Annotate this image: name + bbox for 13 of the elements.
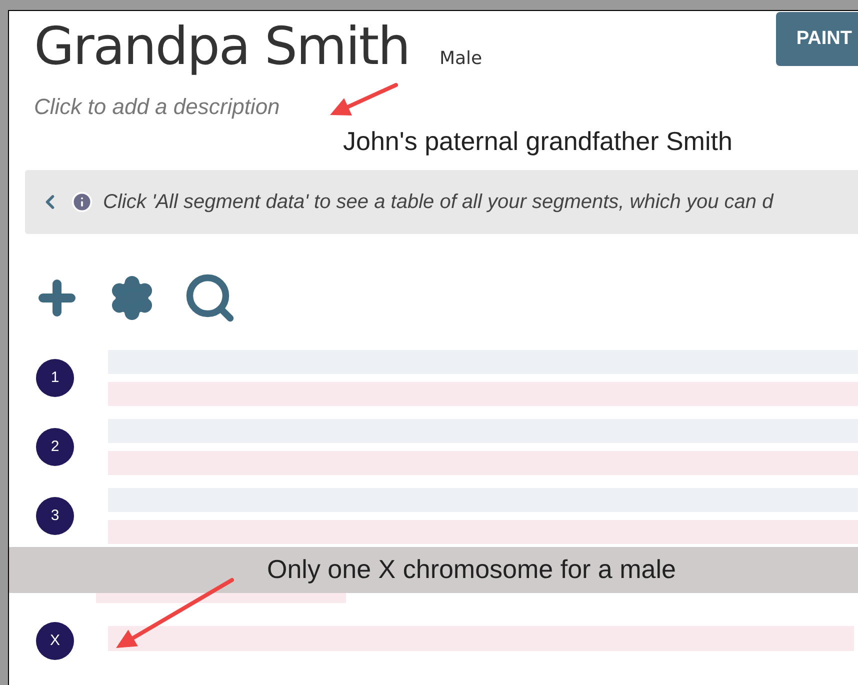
annotation-text: John's paternal grandfather Smith <box>343 125 732 158</box>
person-name: Grandpa Smith <box>34 16 410 79</box>
chromosome-number: 2 <box>36 428 74 466</box>
info-icon <box>71 190 93 212</box>
chromosome-number: 1 <box>36 359 74 397</box>
settings-icon[interactable] <box>109 274 155 320</box>
description-field[interactable]: Click to add a description <box>25 90 280 123</box>
paint-button[interactable]: PAINT <box>776 12 858 66</box>
info-text: Click 'All segment data' to see a table of all your segments, which you can d <box>103 190 774 214</box>
chromosome-number: X <box>36 622 74 660</box>
chromosome-number: 3 <box>36 497 74 535</box>
sex-label: Male <box>439 47 482 71</box>
annotation-text: Only one X chromosome for a male <box>267 553 676 586</box>
